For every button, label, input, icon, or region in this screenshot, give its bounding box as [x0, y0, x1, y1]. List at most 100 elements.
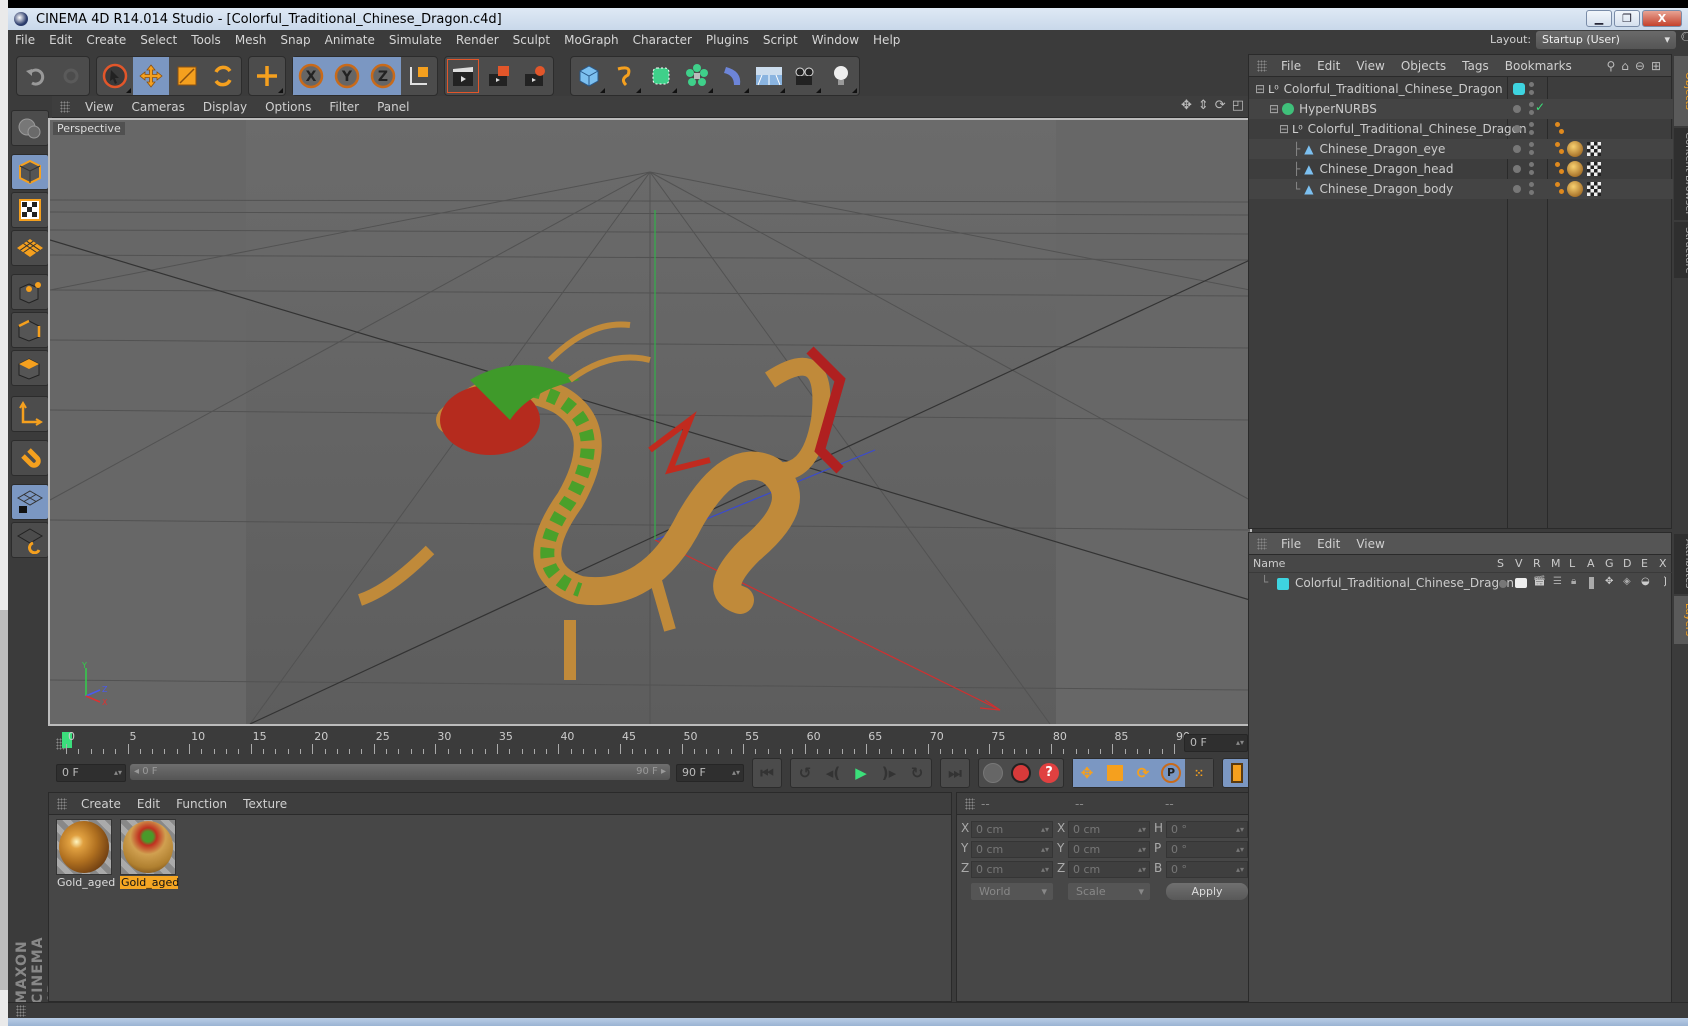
layer-row[interactable]: └ Colorful_Traditional_Chinese_Dragon 🎬︎… — [1249, 575, 1673, 593]
enabled-check-icon[interactable]: ✓ — [1535, 100, 1545, 114]
end-frame-field[interactable]: 90 F ▴▾ — [676, 764, 744, 782]
tab-layers[interactable]: Layers — [1674, 596, 1688, 644]
layer-view-eye-icon[interactable] — [1515, 578, 1527, 588]
render-visibility-dot[interactable] — [1529, 130, 1534, 135]
keyframe-selection-icon[interactable]: ? — [1035, 759, 1063, 787]
go-to-start-icon[interactable]: ⏮ — [753, 759, 781, 787]
menu-character[interactable]: Character — [626, 33, 699, 47]
grip-handle[interactable] — [965, 797, 975, 810]
column-solo[interactable]: S — [1497, 557, 1504, 570]
layer-animation-icon[interactable] — [1589, 577, 1594, 589]
key-rotation-icon[interactable]: ⟳ — [1129, 759, 1157, 787]
workplane-rotate-icon[interactable] — [11, 522, 49, 558]
menu-simulate[interactable]: Simulate — [382, 33, 449, 47]
object-row[interactable]: ├ ▲ Chinese_Dragon_head — [1249, 159, 1673, 179]
column-generators[interactable]: G — [1605, 557, 1614, 570]
menu-script[interactable]: Script — [756, 33, 805, 47]
objects-menu-objects[interactable]: Objects — [1393, 59, 1454, 73]
array-icon[interactable] — [679, 57, 715, 95]
expand-toggle-icon[interactable]: ⊟ — [1279, 122, 1289, 136]
column-xref[interactable]: X — [1659, 557, 1667, 570]
render-settings-icon[interactable] — [517, 57, 553, 95]
viewport-menu-view[interactable]: View — [76, 100, 122, 114]
make-editable-icon[interactable] — [11, 110, 49, 146]
layer-dot[interactable] — [1513, 145, 1521, 153]
material-swatch[interactable]: Gold_aged — [56, 819, 115, 893]
grip-handle[interactable] — [1257, 537, 1267, 550]
render-visibility-dot[interactable] — [1529, 170, 1534, 175]
pos-x-field[interactable]: 0 cm ▴▾ — [971, 821, 1053, 838]
go-to-end-icon[interactable]: ⏭ — [941, 759, 969, 787]
objects-menu-view[interactable]: View — [1348, 59, 1392, 73]
key-scale-icon[interactable] — [1101, 759, 1129, 787]
points-mode-icon[interactable] — [11, 274, 49, 310]
tab-objects[interactable]: Objects — [1674, 56, 1688, 126]
restore-button[interactable]: ❐ — [1614, 10, 1640, 27]
record-disabled-icon[interactable] — [979, 759, 1007, 787]
objects-menu-bookmarks[interactable]: Bookmarks — [1497, 59, 1580, 73]
scale-icon[interactable] — [169, 57, 205, 95]
layer-lock-icon[interactable]: 🔒︎ — [1571, 576, 1576, 587]
layer-deformer-icon[interactable]: ◈ — [1623, 576, 1631, 587]
menu-create[interactable]: Create — [79, 33, 133, 47]
workplane-mode-icon[interactable] — [11, 230, 49, 266]
object-row[interactable]: ⊟ HyperNURBS ✓ — [1249, 99, 1673, 119]
cube-icon[interactable] — [571, 57, 607, 95]
rot-p-field[interactable]: 0 ° ▴▾ — [1166, 841, 1248, 858]
viewport-menu-options[interactable]: Options — [256, 100, 320, 114]
pos-z-field[interactable]: 0 cm ▴▾ — [971, 861, 1053, 878]
viewport-menu-filter[interactable]: Filter — [320, 100, 368, 114]
play-icon[interactable]: ▶ — [847, 759, 875, 787]
objects-menu-file[interactable]: File — [1273, 59, 1309, 73]
next-frame-icon[interactable]: )▸ — [875, 759, 903, 787]
editor-visibility-dot[interactable] — [1529, 162, 1534, 167]
dolly-icon[interactable]: ⇕ — [1198, 98, 1209, 113]
object-row[interactable]: ⊟ L⁰ Colorful_Traditional_Chinese_Dragon — [1249, 79, 1673, 99]
material-tag-icon[interactable] — [1567, 181, 1583, 197]
texture-mode-icon[interactable] — [11, 192, 49, 228]
move-icon[interactable] — [133, 57, 169, 95]
coordinate-mode-select[interactable]: World — [971, 883, 1053, 900]
floor-icon[interactable] — [751, 57, 787, 95]
layer-dot[interactable] — [1513, 105, 1521, 113]
next-key-icon[interactable]: ↻ — [903, 759, 931, 787]
recent-tool-icon[interactable] — [249, 57, 285, 95]
current-frame-field[interactable]: 0 F ▴▾ — [1184, 734, 1248, 752]
close-button[interactable]: X — [1642, 10, 1682, 27]
dragon-model[interactable] — [357, 321, 846, 680]
uvw-tag-icon[interactable] — [1587, 162, 1601, 176]
layout-select[interactable]: Startup (User) — [1536, 31, 1676, 49]
edges-mode-icon[interactable] — [11, 312, 49, 348]
key-position-icon[interactable]: ✥ — [1073, 759, 1101, 787]
render-visibility-dot[interactable] — [1529, 190, 1534, 195]
layer-expression-icon[interactable]: ◒ — [1641, 576, 1650, 587]
column-deformers[interactable]: D — [1623, 557, 1631, 570]
model-mode-icon[interactable] — [11, 154, 49, 190]
material-tag-icon[interactable] — [1567, 141, 1583, 157]
editor-visibility-dot[interactable] — [1529, 182, 1534, 187]
layer-dot[interactable] — [1513, 165, 1521, 173]
previous-key-icon[interactable]: ↺ — [791, 759, 819, 787]
render-visibility-dot[interactable] — [1529, 110, 1534, 115]
layer-dot[interactable] — [1513, 185, 1521, 193]
phong-tag-icon[interactable] — [1555, 122, 1560, 127]
y-axis-icon[interactable]: Y — [329, 57, 365, 95]
column-expressions[interactable]: E — [1641, 557, 1648, 570]
tab-attributes[interactable]: Attributes — [1674, 534, 1688, 594]
menu-help[interactable]: Help — [866, 33, 907, 47]
objects-menu-edit[interactable]: Edit — [1309, 59, 1348, 73]
layer-color-swatch[interactable] — [1277, 578, 1289, 590]
camera-icon[interactable] — [787, 57, 823, 95]
material-menu-texture[interactable]: Texture — [235, 797, 295, 811]
rot-b-field[interactable]: 0 ° ▴▾ — [1166, 861, 1248, 878]
grip-handle[interactable] — [60, 100, 70, 113]
z-axis-icon[interactable]: Z — [365, 57, 401, 95]
key-parameter-icon[interactable]: P — [1157, 759, 1185, 787]
viewport-menu-cameras[interactable]: Cameras — [122, 100, 193, 114]
size-x-field[interactable]: 0 cm ▴▾ — [1068, 821, 1150, 838]
spline-pen-icon[interactable] — [607, 57, 643, 95]
start-frame-field[interactable]: 0 F ▴▾ — [56, 764, 126, 782]
menu-sculpt[interactable]: Sculpt — [506, 33, 557, 47]
menu-animate[interactable]: Animate — [318, 33, 382, 47]
polygons-mode-icon[interactable] — [11, 350, 49, 386]
